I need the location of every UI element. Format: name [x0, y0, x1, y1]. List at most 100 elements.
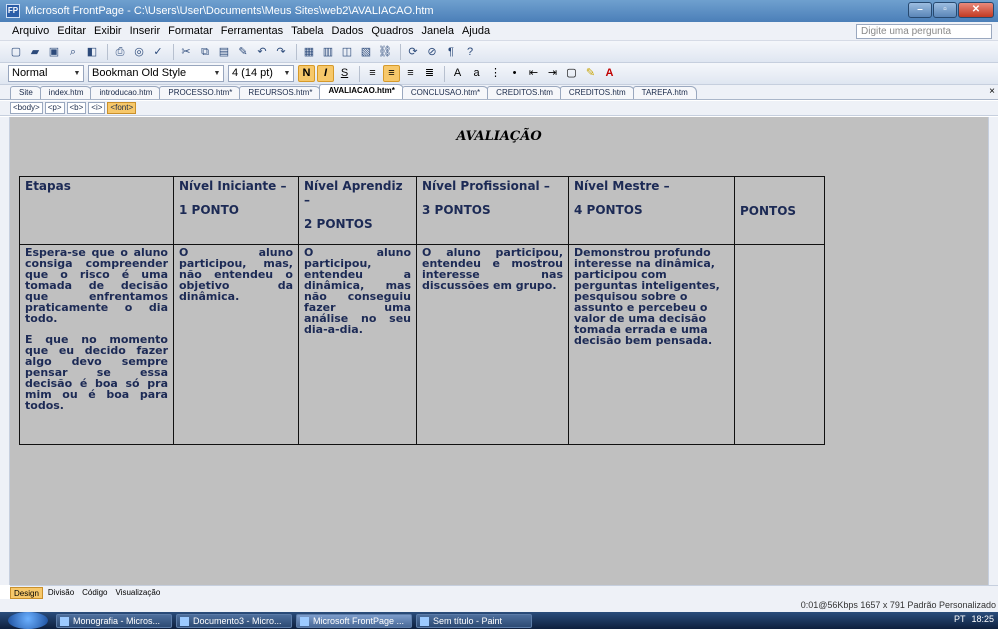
preview-icon[interactable]: ◎	[131, 44, 147, 60]
table-cell-iniciante[interactable]: O aluno participou, mas, não entendeu o …	[173, 244, 299, 445]
tag-body[interactable]: <body>	[10, 102, 43, 114]
menu-quadros[interactable]: Quadros	[371, 25, 413, 37]
taskbar-item-frontpage[interactable]: Microsoft FrontPage ...	[296, 613, 412, 628]
menu-arquivo[interactable]: Arquivo	[12, 25, 49, 37]
style-select[interactable]: Normal ▼	[8, 65, 84, 82]
align-left-icon[interactable]: ≡	[364, 65, 381, 82]
taskbar-item-documento3[interactable]: Documento3 - Micro...	[176, 613, 292, 628]
font-color-icon[interactable]: A	[601, 65, 618, 82]
font-size-select[interactable]: 4 (14 pt) ▼	[228, 65, 294, 82]
menu-ajuda[interactable]: Ajuda	[462, 25, 490, 37]
format-painter-icon[interactable]: ✎	[235, 44, 251, 60]
hyperlink-icon[interactable]: ⛓	[377, 44, 393, 60]
menu-inserir[interactable]: Inserir	[130, 25, 161, 37]
help-icon[interactable]: ?	[462, 44, 478, 60]
table-header-cell[interactable]: Etapas	[19, 176, 174, 245]
borders-icon[interactable]: ▢	[563, 65, 580, 82]
tag-font[interactable]: <font>	[107, 102, 137, 114]
menu-exibir[interactable]: Exibir	[94, 25, 122, 37]
tab-avaliacao[interactable]: AVALIACAO.htm*	[319, 84, 404, 99]
tab-conclusao[interactable]: CONCLUSAO.htm*	[401, 86, 490, 99]
evaluation-table[interactable]: Etapas Nível Iniciante – 1 PONTO Nível A…	[19, 176, 825, 445]
menu-tabela[interactable]: Tabela	[291, 25, 323, 37]
design-view[interactable]: AVALIAÇÃO Etapas Nível Iniciante – 1 PON…	[10, 117, 988, 585]
help-search-input[interactable]: Digite uma pergunta	[856, 24, 992, 39]
font-select[interactable]: Bookman Old Style ▼	[88, 65, 224, 82]
redo-icon[interactable]: ↷	[273, 44, 289, 60]
decrease-indent-icon[interactable]: ⇤	[525, 65, 542, 82]
cut-icon[interactable]: ✂	[178, 44, 194, 60]
save-icon[interactable]: ▣	[46, 44, 62, 60]
table-header-cell[interactable]: PONTOS	[734, 176, 825, 245]
table-cell-aprendiz[interactable]: O aluno participou, entendeu a dinâmica,…	[298, 244, 417, 445]
tab-visualizacao[interactable]: Visualização	[113, 587, 164, 599]
menu-ferramentas[interactable]: Ferramentas	[221, 25, 283, 37]
tab-site[interactable]: Site	[10, 86, 42, 99]
menu-editar[interactable]: Editar	[57, 25, 86, 37]
paste-icon[interactable]: ▤	[216, 44, 232, 60]
tab-creditos[interactable]: CREDITOS.htm	[487, 86, 562, 99]
refresh-icon[interactable]: ⟳	[405, 44, 421, 60]
numbered-list-icon[interactable]: ⋮	[487, 65, 504, 82]
table-header-cell[interactable]: Nível Mestre – 4 PONTOS	[568, 176, 735, 245]
tab-recursos[interactable]: RECURSOS.htm*	[239, 86, 322, 99]
tab-tarefa[interactable]: TAREFA.htm	[632, 86, 697, 99]
show-formatting-icon[interactable]: ¶	[443, 44, 459, 60]
menu-formatar[interactable]: Formatar	[168, 25, 213, 37]
tab-creditos-2[interactable]: CREDITOS.htm	[559, 86, 635, 99]
close-tab-icon[interactable]: ×	[989, 86, 995, 97]
stop-icon[interactable]: ⊘	[424, 44, 440, 60]
menu-janela[interactable]: Janela	[422, 25, 454, 37]
table-header-cell[interactable]: Nível Profissional – 3 PONTOS	[416, 176, 569, 245]
table-cell-mestre[interactable]: Demonstrou profundo interesse na dinâmic…	[568, 244, 735, 445]
table-cell-pontos[interactable]	[734, 244, 825, 445]
table-cell-etapas[interactable]: Espera-se que o aluno consiga compreende…	[19, 244, 174, 445]
insert-web-component-icon[interactable]: ▦	[301, 44, 317, 60]
page-title[interactable]: AVALIAÇÃO	[10, 129, 988, 144]
maximize-button[interactable]: ▫	[933, 2, 957, 18]
taskbar-item-monografia[interactable]: Monografia - Micros...	[56, 613, 172, 628]
tab-index[interactable]: index.htm	[39, 86, 93, 99]
table-header-cell[interactable]: Nível Iniciante – 1 PONTO	[173, 176, 299, 245]
tab-processo[interactable]: PROCESSO.htm*	[159, 86, 242, 99]
increase-font-icon[interactable]: A	[449, 65, 466, 82]
clock[interactable]: 18:25	[971, 614, 994, 624]
tab-codigo[interactable]: Código	[79, 587, 110, 599]
open-icon[interactable]: ▰	[27, 44, 43, 60]
publish-icon[interactable]: ◧	[84, 44, 100, 60]
copy-icon[interactable]: ⧉	[197, 44, 213, 60]
menu-dados[interactable]: Dados	[332, 25, 364, 37]
tag-b[interactable]: <b>	[66, 102, 87, 114]
tag-i[interactable]: <i>	[88, 102, 106, 114]
decrease-font-icon[interactable]: a	[468, 65, 485, 82]
table-cell-profissional[interactable]: O aluno participou, entendeu e mostrou i…	[416, 244, 569, 445]
italic-button[interactable]: I	[317, 65, 334, 82]
undo-icon[interactable]: ↶	[254, 44, 270, 60]
minimize-button[interactable]: –	[908, 2, 932, 18]
new-page-icon[interactable]: ▢	[8, 44, 24, 60]
bold-button[interactable]: N	[298, 65, 315, 82]
taskbar-item-paint[interactable]: Sem título - Paint	[416, 613, 532, 628]
language-indicator[interactable]: PT	[954, 614, 966, 624]
start-button[interactable]	[8, 612, 48, 629]
underline-button[interactable]: S	[336, 65, 353, 82]
vertical-scrollbar[interactable]	[988, 117, 998, 585]
tag-p[interactable]: <p>	[44, 102, 65, 114]
bullet-list-icon[interactable]: •	[506, 65, 523, 82]
search-icon[interactable]: ⌕	[65, 44, 81, 60]
align-center-icon[interactable]: ≡	[383, 65, 400, 82]
insert-picture-icon[interactable]: ▧	[358, 44, 374, 60]
close-button[interactable]: ✕	[958, 2, 994, 18]
align-right-icon[interactable]: ≡	[402, 65, 419, 82]
increase-indent-icon[interactable]: ⇥	[544, 65, 561, 82]
table-header-cell[interactable]: Nível Aprendiz – 2 PONTOS	[298, 176, 417, 245]
insert-table-icon[interactable]: ▥	[320, 44, 336, 60]
spelling-icon[interactable]: ✓	[150, 44, 166, 60]
insert-layer-icon[interactable]: ◫	[339, 44, 355, 60]
tab-divisao[interactable]: Divisão	[45, 587, 77, 599]
justify-icon[interactable]: ≣	[421, 65, 438, 82]
tab-design[interactable]: Design	[10, 586, 43, 599]
print-icon[interactable]: ⎙	[112, 44, 128, 60]
tab-introducao[interactable]: introducao.htm	[90, 86, 162, 99]
highlight-icon[interactable]: ✎	[582, 65, 599, 82]
